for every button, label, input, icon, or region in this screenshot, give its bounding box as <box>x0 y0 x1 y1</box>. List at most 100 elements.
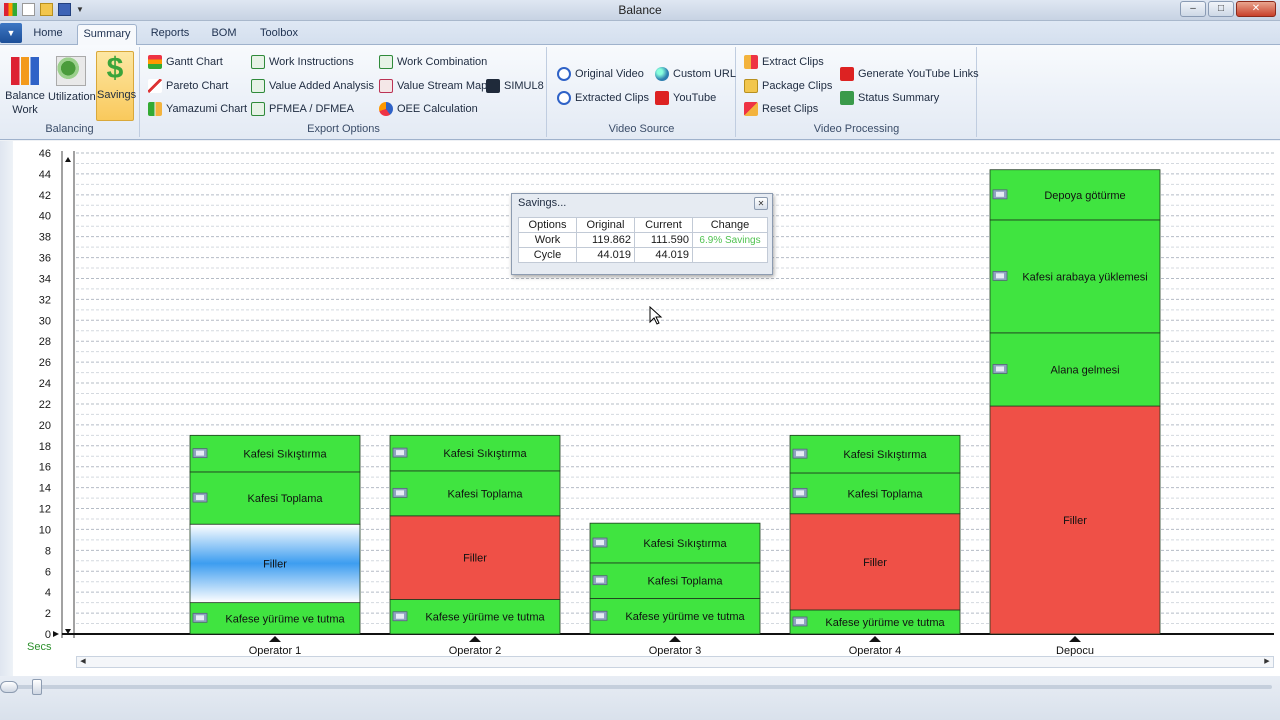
y-tick-label: 30 <box>39 315 51 327</box>
dollar-sign-icon: $ <box>106 52 124 85</box>
bar-segment-label: Kafese yürüme ve tutma <box>425 612 545 624</box>
reset-clips-label: Reset Clips <box>762 103 819 115</box>
tab-reports[interactable]: Reports <box>146 24 194 45</box>
scroll-left-arrow-icon[interactable]: ◀ <box>77 657 89 667</box>
y-tick-label: 6 <box>45 566 51 578</box>
bar-segment-label: Filler <box>263 558 287 570</box>
bar-segment-label: Kafesi arabaya yüklemesi <box>1022 271 1147 283</box>
group-label-video-processing: Video Processing <box>813 123 900 135</box>
table-row: Work 119.862 111.590 6.9% Savings <box>518 232 768 248</box>
bar-segment-label: Filler <box>863 557 887 569</box>
pfmea-dfmea-button[interactable]: PFMEA / DFMEA <box>251 100 354 118</box>
gantt-chart-label: Gantt Chart <box>166 56 223 68</box>
y-tick-label: 42 <box>39 190 51 202</box>
video-clip-icon-screen <box>796 490 804 496</box>
work-combination-button[interactable]: Work Combination <box>379 53 487 71</box>
original-video-label: Original Video <box>575 68 644 80</box>
bar-segment-label: Kafese yürüme ve tutma <box>225 613 345 625</box>
y-scroll-up-arrow-icon[interactable] <box>65 157 71 162</box>
zoom-slider-track[interactable] <box>0 685 1272 689</box>
oee-calculation-button[interactable]: OEE Calculation <box>379 100 478 118</box>
header-original: Original <box>576 217 635 233</box>
bar-segment-label: Kafesi Sıkıştırma <box>243 449 327 461</box>
pareto-chart-icon <box>148 79 162 94</box>
excel-icon <box>379 55 393 70</box>
work-instructions-button[interactable]: Work Instructions <box>251 53 354 71</box>
application-menu-button[interactable]: ▼ <box>0 23 22 43</box>
maximize-button[interactable]: □ <box>1208 1 1234 17</box>
tab-toolbox[interactable]: Toolbox <box>254 24 304 45</box>
simul8-button[interactable]: SIMUL8 <box>486 77 544 95</box>
header-options: Options <box>518 217 577 233</box>
tab-bom[interactable]: BOM <box>204 24 244 45</box>
gantt-chart-button[interactable]: Gantt Chart <box>148 53 223 71</box>
savings-button[interactable]: $ Savings <box>96 51 137 121</box>
y-axis-label: Secs <box>27 641 52 653</box>
oee-pie-icon <box>379 102 393 117</box>
row-change: 6.9% Savings <box>692 232 768 248</box>
row-current: 44.019 <box>634 247 693 263</box>
yamazumi-chart-label: Yamazumi Chart <box>166 103 248 115</box>
balance-app-window: ▼ Balance – □ ✕ ▼ Home Summary Reports B… <box>0 0 1280 720</box>
work-instructions-label: Work Instructions <box>269 56 354 68</box>
balance-work-label-2: Work <box>12 104 38 116</box>
zoom-slider-thumb[interactable] <box>32 679 42 695</box>
pareto-chart-button[interactable]: Pareto Chart <box>148 77 228 95</box>
y-tick-label: 22 <box>39 399 51 411</box>
value-added-analysis-button[interactable]: Value Added Analysis <box>251 77 374 95</box>
savings-label: Savings <box>97 89 137 101</box>
generate-youtube-links-label: Generate YouTube Links <box>858 68 979 80</box>
group-video-processing: Extract Clips Package Clips Reset Clips … <box>737 47 979 137</box>
youtube-button[interactable]: YouTube <box>655 89 716 107</box>
row-original: 44.019 <box>576 247 635 263</box>
y-tick-label: 18 <box>39 441 51 453</box>
dialog-close-icon[interactable]: ✕ <box>754 197 768 210</box>
minimize-button[interactable]: – <box>1180 1 1206 17</box>
reset-clips-button[interactable]: Reset Clips <box>744 100 818 118</box>
scroll-right-arrow-icon[interactable]: ▶ <box>1261 657 1273 667</box>
horizontal-scrollbar[interactable]: ◀ ▶ <box>76 656 1274 668</box>
row-option: Work <box>518 232 577 248</box>
tab-summary[interactable]: Summary <box>77 24 137 45</box>
status-summary-button[interactable]: Status Summary <box>840 89 939 107</box>
y-tick-label: 28 <box>39 336 51 348</box>
category-marker-icon <box>669 636 681 642</box>
value-stream-map-button[interactable]: Value Stream Map <box>379 77 487 95</box>
original-video-icon <box>557 67 571 82</box>
pfmea-dfmea-label: PFMEA / DFMEA <box>269 103 354 115</box>
group-label-balancing: Balancing <box>45 123 94 135</box>
y-tick-label: 26 <box>39 357 51 369</box>
y-tick-label: 34 <box>39 273 51 285</box>
y-tick-label: 36 <box>39 253 51 265</box>
generate-youtube-links-button[interactable]: Generate YouTube Links <box>840 65 979 83</box>
y-tick-label: 16 <box>39 462 51 474</box>
excel-icon <box>251 55 265 70</box>
extracted-clips-button[interactable]: Extracted Clips <box>557 89 649 107</box>
youtube-label: YouTube <box>673 92 717 104</box>
original-video-button[interactable]: Original Video <box>557 65 644 83</box>
y-tick-label: 4 <box>45 587 51 599</box>
package-clips-button[interactable]: Package Clips <box>744 77 832 95</box>
excel-icon <box>251 79 265 94</box>
y-tick-label: 2 <box>45 608 51 620</box>
yamazumi-chart-button[interactable]: Yamazumi Chart <box>148 100 247 118</box>
category-marker-icon <box>1069 636 1081 642</box>
group-balancing: Balance Work Utilization $ Savings Balan… <box>0 47 140 137</box>
utilization-label: Utilization <box>48 91 96 103</box>
bar-segment-label: Kafesi Toplama <box>647 576 723 588</box>
zoom-out-button[interactable] <box>0 681 18 693</box>
extract-clips-button[interactable]: Extract Clips <box>744 53 824 71</box>
close-button[interactable]: ✕ <box>1236 1 1276 17</box>
utilization-button[interactable]: Utilization <box>48 51 96 121</box>
status-summary-icon <box>840 91 854 106</box>
y-tick-label: 24 <box>39 378 51 390</box>
video-clip-icon-screen <box>796 451 804 457</box>
group-video-source: Original Video Extracted Clips Custom UR… <box>548 47 736 137</box>
row-change <box>692 247 768 263</box>
tab-home[interactable]: Home <box>27 24 69 45</box>
custom-url-button[interactable]: Custom URL <box>655 65 736 83</box>
row-option: Cycle <box>518 247 577 263</box>
youtube-icon <box>840 67 854 82</box>
savings-dialog: Savings... ✕ Options Original Current Ch… <box>511 193 773 275</box>
balance-work-button[interactable]: Balance Work <box>3 51 47 121</box>
